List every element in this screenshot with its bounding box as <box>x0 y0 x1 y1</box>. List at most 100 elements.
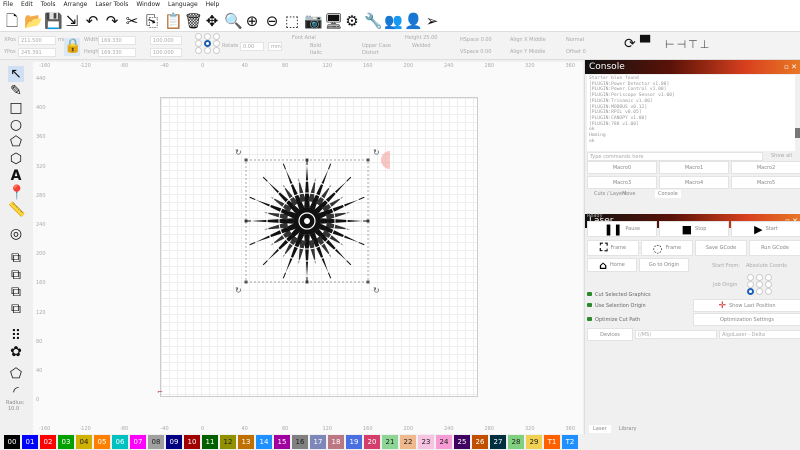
save-icon[interactable]: 💾 <box>44 13 63 29</box>
color-swatch-23[interactable]: 23 <box>418 435 434 449</box>
tab-console[interactable]: Console <box>655 190 681 198</box>
color-swatch-11[interactable]: 11 <box>202 435 218 449</box>
resize-handle[interactable] <box>244 158 248 162</box>
pause-button[interactable]: ❚❚ Pause <box>587 221 657 237</box>
align-x-select[interactable]: Align X Middle <box>510 36 546 45</box>
resize-handle[interactable] <box>366 158 370 162</box>
color-swatch-18[interactable]: 18 <box>328 435 344 449</box>
color-swatch-01[interactable]: 01 <box>22 435 38 449</box>
polygon-icon[interactable]: ⬠ <box>8 134 24 150</box>
color-swatch-10[interactable]: 10 <box>184 435 200 449</box>
tab-move[interactable]: Move <box>619 190 638 198</box>
anchor-point[interactable] <box>756 274 763 281</box>
open-folder-icon[interactable]: 📂 <box>24 13 43 29</box>
delete-icon[interactable]: 🗑 <box>184 13 203 29</box>
convert-path-icon[interactable]: ⬠ <box>8 366 24 382</box>
menu-language[interactable]: Language <box>168 0 198 10</box>
position-icon[interactable]: 📍 <box>8 185 25 201</box>
settings-gear-icon[interactable]: ⚙ <box>344 13 360 29</box>
run-gcode-button[interactable]: Run GCode <box>749 240 800 256</box>
macro-button[interactable]: Macro3 <box>587 176 657 189</box>
undo-icon[interactable]: ↶ <box>84 13 100 29</box>
copy-icon[interactable]: ⎘ <box>144 13 160 29</box>
color-swatch-24[interactable]: 24 <box>436 435 452 449</box>
lock-aspect-icon[interactable]: 🔒 <box>64 38 81 56</box>
ellipse-icon[interactable]: ○ <box>8 117 24 133</box>
color-swatch-02[interactable]: 02 <box>40 435 56 449</box>
frame-rect-button[interactable]: ⛶ Frame <box>587 240 639 256</box>
anchor-point[interactable] <box>765 281 772 288</box>
boolean-union-icon[interactable]: ⧉ <box>8 267 24 283</box>
paste-icon[interactable]: 📋 <box>164 13 183 29</box>
color-swatch-28[interactable]: 28 <box>508 435 524 449</box>
hspace-field[interactable]: HSpace 0.00 <box>460 36 492 45</box>
redo-icon[interactable]: ↷ <box>104 13 120 29</box>
color-swatch-06[interactable]: 06 <box>112 435 128 449</box>
new-file-icon[interactable]: 🗋 <box>4 13 20 29</box>
rotate-field[interactable]: 0.00 <box>240 42 264 51</box>
color-swatch-29[interactable]: 29 <box>526 435 542 449</box>
optimization-settings-button[interactable]: Optimization Settings <box>693 313 800 326</box>
device-select[interactable]: AlgoLaser - Delta <box>719 330 800 339</box>
circular-array-icon[interactable]: ✿ <box>8 344 24 360</box>
color-swatch-08[interactable]: 08 <box>148 435 164 449</box>
anchor-point[interactable] <box>204 47 211 54</box>
color-swatch-27[interactable]: 27 <box>490 435 506 449</box>
show-all-toggle[interactable]: Show all <box>771 152 792 161</box>
menu-arrange[interactable]: Arrange <box>63 0 87 10</box>
italic-toggle[interactable]: Italic <box>310 49 322 58</box>
anchor-point[interactable] <box>756 281 763 288</box>
camera-icon[interactable]: 📷 <box>304 13 323 29</box>
anchor-point[interactable] <box>747 288 754 295</box>
rotate-tool-icon[interactable]: ⟳ <box>624 36 636 52</box>
mandala-graphic[interactable] <box>245 159 369 283</box>
console-scrollbar[interactable] <box>795 128 800 138</box>
macro-button[interactable]: Macro1 <box>659 161 729 174</box>
optimize-cut-path-checkbox[interactable]: Optimize Cut Path <box>587 316 640 324</box>
color-swatch-19[interactable]: 19 <box>346 435 362 449</box>
anchor-grid[interactable] <box>195 33 220 59</box>
rotate-unit[interactable]: mm <box>268 42 282 51</box>
zoom-frame-icon[interactable]: ⬚ <box>284 13 300 29</box>
anchor-point[interactable] <box>195 40 202 47</box>
anchor-point[interactable] <box>765 288 772 295</box>
rotate-handle-icon[interactable]: ↻ <box>373 148 380 157</box>
boolean-subtract-icon[interactable]: ⧉ <box>8 284 24 300</box>
use-selection-origin-checkbox[interactable]: Use Selection Origin <box>587 302 646 310</box>
resize-handle[interactable] <box>244 280 248 284</box>
anchor-point[interactable] <box>204 33 211 40</box>
start-from-select[interactable]: Absolute Coords <box>746 262 787 271</box>
color-swatch-14[interactable]: 14 <box>256 435 272 449</box>
color-swatch-03[interactable]: 03 <box>58 435 74 449</box>
rotate-handle-icon[interactable]: ↻ <box>373 286 380 295</box>
boolean-intersect-icon[interactable]: ⧉ <box>8 301 24 317</box>
distort-toggle[interactable]: Distort <box>362 49 379 58</box>
users-icon[interactable]: 👥 <box>384 13 403 29</box>
edit-nodes-icon[interactable]: ⬡ <box>8 151 24 167</box>
corner-radius-icon[interactable]: ◜ <box>8 384 24 400</box>
anchor-point[interactable] <box>747 281 754 288</box>
color-swatch-04[interactable]: 04 <box>76 435 92 449</box>
width-field[interactable]: 169.330 <box>98 36 136 45</box>
job-origin-grid[interactable] <box>747 274 799 295</box>
frame-circle-button[interactable]: ◌ Frame <box>641 240 693 256</box>
vspace-field[interactable]: VSpace 0.00 <box>460 48 491 57</box>
zoom-in-icon[interactable]: ⊕ <box>244 13 260 29</box>
align-tools-icon[interactable]: ⊢⊣⊤⊥ <box>665 38 711 51</box>
weld-icon[interactable]: ⧉ <box>8 250 24 266</box>
show-last-position-button[interactable]: ✛ Show Last Position <box>693 299 800 312</box>
anchor-point[interactable] <box>195 47 202 54</box>
text-height-field[interactable]: Height 25.00 <box>405 34 437 43</box>
anchor-point[interactable] <box>747 274 754 281</box>
color-swatch-T1[interactable]: T1 <box>544 435 560 449</box>
send-icon[interactable]: ➢ <box>424 13 440 29</box>
anchor-point[interactable] <box>213 33 220 40</box>
ypos-field[interactable]: 245.391 <box>18 48 56 57</box>
color-swatch-21[interactable]: 21 <box>382 435 398 449</box>
color-swatch-09[interactable]: 09 <box>166 435 182 449</box>
import-icon[interactable]: ⇲ <box>64 13 80 29</box>
menu-window[interactable]: Window <box>136 0 160 10</box>
menu-edit[interactable]: Edit <box>21 0 33 10</box>
anchor-point[interactable] <box>213 47 220 54</box>
color-swatch-16[interactable]: 16 <box>292 435 308 449</box>
